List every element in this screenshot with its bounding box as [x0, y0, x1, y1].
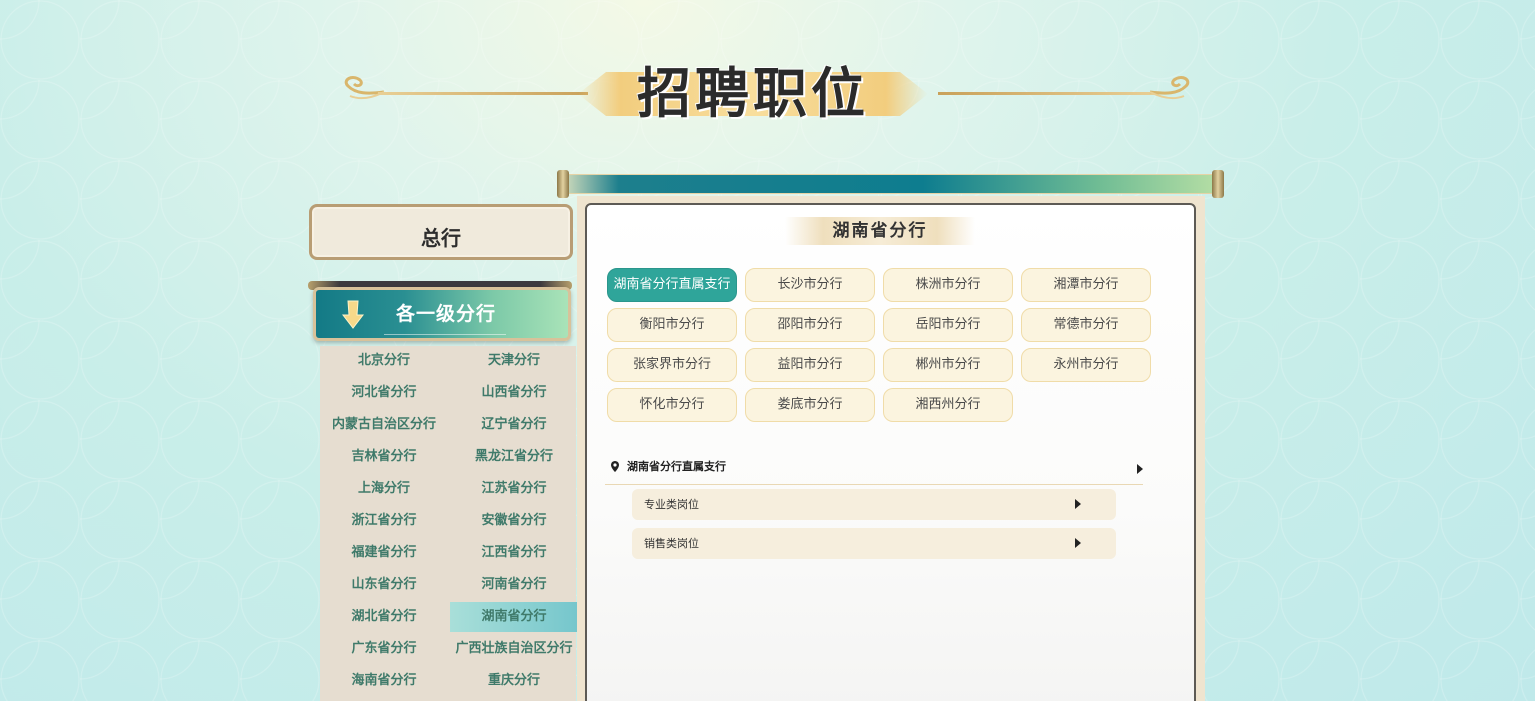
ornament-curl-icon: [1149, 76, 1190, 100]
branch-item-hainan[interactable]: 海南省分行: [320, 666, 448, 696]
branch-item-shandong[interactable]: 山东省分行: [320, 570, 448, 600]
city-button-xiangtan[interactable]: 湘潭市分行: [1021, 268, 1151, 302]
location-pin-icon: [611, 461, 619, 472]
hq-button[interactable]: 总行: [309, 204, 573, 260]
branch-item-liaoning[interactable]: 辽宁省分行: [450, 410, 578, 440]
job-category-professional[interactable]: 专业类岗位: [632, 489, 1116, 520]
branches-header-underline: [384, 334, 506, 335]
location-label: 湖南省分行直属支行: [627, 460, 726, 473]
location-row[interactable]: 湖南省分行直属支行: [605, 457, 1143, 485]
branch-item-guangdong[interactable]: 广东省分行: [320, 634, 448, 664]
branches-header-label: 各一级分行: [395, 303, 496, 325]
branch-item-hubei[interactable]: 湖北省分行: [320, 602, 448, 632]
city-button-direct[interactable]: 湖南省分行直属支行: [607, 268, 737, 302]
city-button-yueyang[interactable]: 岳阳市分行: [883, 308, 1013, 342]
city-button-chenzhou[interactable]: 郴州市分行: [883, 348, 1013, 382]
job-category-label: 专业类岗位: [644, 498, 699, 511]
branch-item-hebei[interactable]: 河北省分行: [320, 378, 448, 408]
city-button-zhuzhou[interactable]: 株洲市分行: [883, 268, 1013, 302]
scroll-rod: [557, 170, 1224, 198]
title-banner: 招聘职位: [338, 58, 1198, 128]
city-button-changsha[interactable]: 长沙市分行: [745, 268, 875, 302]
city-button-loudi[interactable]: 娄底市分行: [745, 388, 875, 422]
job-category-sales[interactable]: 销售类岗位: [632, 528, 1116, 559]
branch-item-chongqing[interactable]: 重庆分行: [450, 666, 578, 696]
branch-item-neimenggu[interactable]: 内蒙古自治区分行: [320, 410, 448, 440]
branch-item-fujian[interactable]: 福建省分行: [320, 538, 448, 568]
city-button-xiangxi[interactable]: 湘西州分行: [883, 388, 1013, 422]
city-button-hengyang[interactable]: 衡阳市分行: [607, 308, 737, 342]
branch-item-shanxi[interactable]: 山西省分行: [450, 378, 578, 408]
job-category-label: 销售类岗位: [644, 537, 699, 550]
branch-item-heilongjiang[interactable]: 黑龙江省分行: [450, 442, 578, 472]
branch-item-shanghai[interactable]: 上海分行: [320, 474, 448, 504]
branch-item-jiangsu[interactable]: 江苏省分行: [450, 474, 578, 504]
branch-item-tianjin[interactable]: 天津分行: [450, 346, 578, 376]
city-button-huaihua[interactable]: 怀化市分行: [607, 388, 737, 422]
city-button-changde[interactable]: 常德市分行: [1021, 308, 1151, 342]
city-button-yongzhou[interactable]: 永州市分行: [1021, 348, 1151, 382]
branch-item-jiangxi[interactable]: 江西省分行: [450, 538, 578, 568]
scroll-rod-cap-left: [557, 170, 569, 198]
branch-item-henan[interactable]: 河南省分行: [450, 570, 578, 600]
panel-title: 湖南省分行: [832, 221, 928, 241]
title-line-right: [938, 92, 1158, 95]
branch-panel: 湖南省分行 湖南省分行直属支行 长沙市分行 株洲市分行 湘潭市分行 衡阳市分行 …: [585, 203, 1196, 701]
city-button-zhangjiajie[interactable]: 张家界市分行: [607, 348, 737, 382]
triangle-right-icon: [1075, 538, 1081, 548]
branch-list: 北京分行 天津分行 河北省分行 山西省分行 内蒙古自治区分行 辽宁省分行 吉林省…: [320, 346, 578, 701]
city-button-shaoyang[interactable]: 邵阳市分行: [745, 308, 875, 342]
scroll-rod-bar: [567, 174, 1214, 194]
triangle-right-icon: [1137, 464, 1143, 474]
branch-item-hunan[interactable]: 湖南省分行: [450, 602, 578, 632]
ornament-curl-icon: [344, 76, 385, 100]
title-line-left: [378, 92, 588, 95]
branches-header[interactable]: 各一级分行: [313, 287, 571, 341]
branch-item-guangxi[interactable]: 广西壮族自治区分行: [450, 634, 578, 664]
arrow-down-icon: [342, 300, 364, 329]
city-button-yiyang[interactable]: 益阳市分行: [745, 348, 875, 382]
scroll-rod-cap-right: [1212, 170, 1224, 198]
branch-item-beijing[interactable]: 北京分行: [320, 346, 448, 376]
branch-item-anhui[interactable]: 安徽省分行: [450, 506, 578, 536]
page-title: 招聘职位: [637, 61, 869, 125]
branch-item-zhejiang[interactable]: 浙江省分行: [320, 506, 448, 536]
branch-item-jilin[interactable]: 吉林省分行: [320, 442, 448, 472]
triangle-right-icon: [1075, 499, 1081, 509]
